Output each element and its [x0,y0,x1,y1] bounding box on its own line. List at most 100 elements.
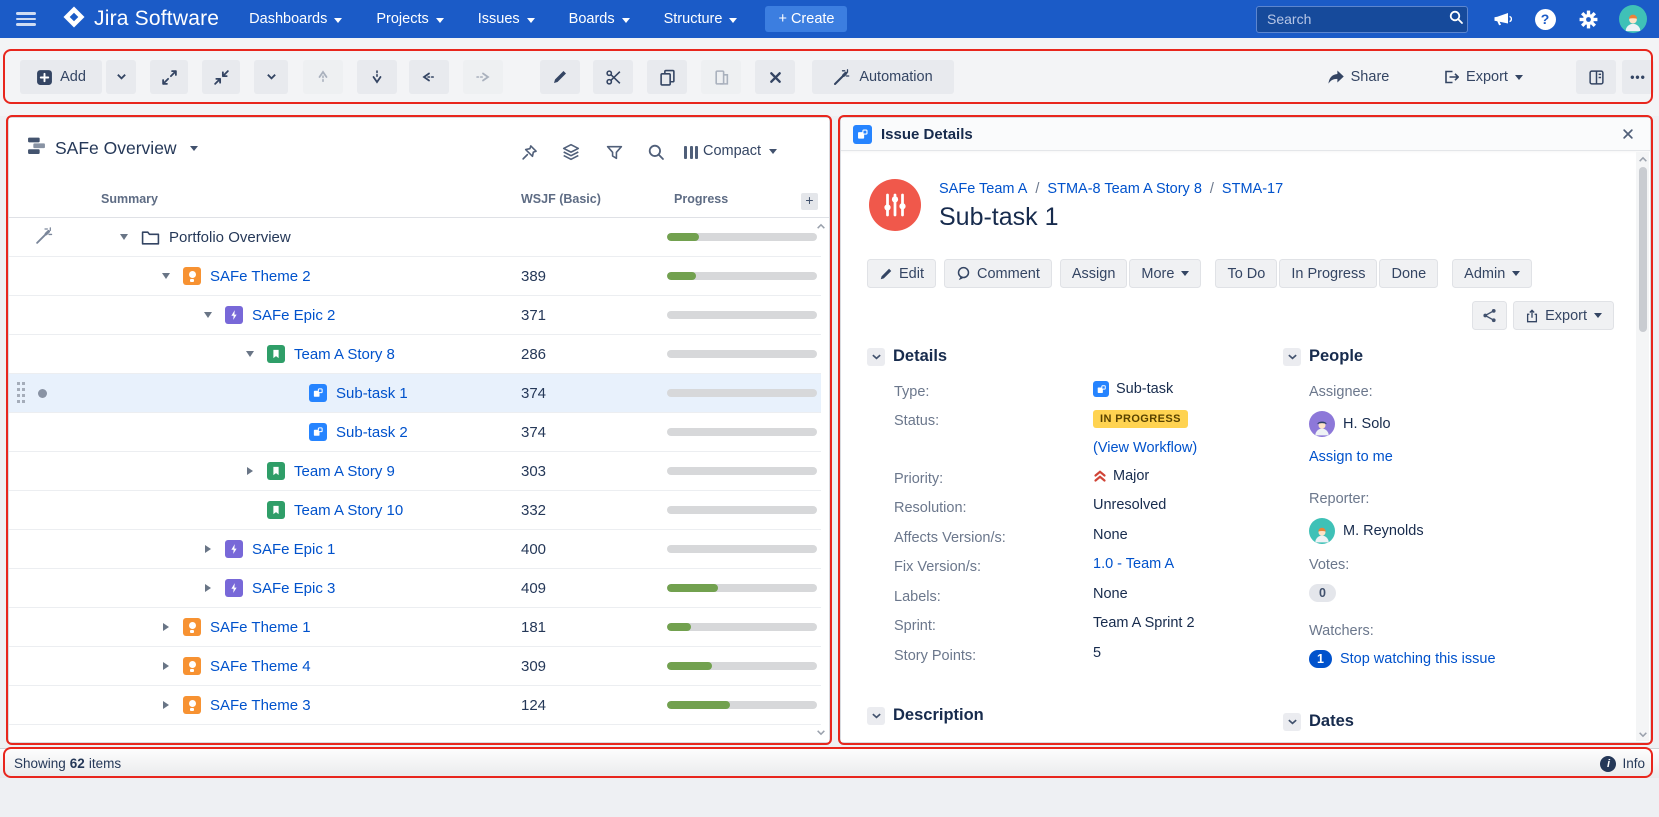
column-summary[interactable]: Summary [9,192,521,217]
votes-value[interactable]: 0 [1309,584,1336,602]
collapse-people-icon[interactable] [1283,348,1301,366]
table-row[interactable]: Sub-task 2 374 [9,413,821,452]
todo-transition-button[interactable]: To Do [1215,259,1277,288]
table-row[interactable]: SAFe Theme 4 309 [9,647,821,686]
settings-gear-icon[interactable] [1576,7,1600,31]
comment-button[interactable]: Comment [944,259,1052,288]
scroll-up-icon[interactable] [815,220,827,232]
paste-icon[interactable] [701,60,741,94]
view-workflow-link[interactable]: (View Workflow) [1093,440,1197,456]
expander-collapse-icon[interactable] [243,351,257,357]
collapse-details-icon[interactable] [867,348,885,366]
structure-selector[interactable]: SAFe Overview [27,136,198,160]
issue-link[interactable]: SAFe Theme 1 [210,619,311,636]
table-row-selected[interactable]: Sub-task 1 374 [9,374,821,413]
collapse-dates-icon[interactable] [1283,713,1301,731]
share-button[interactable]: Share [1318,60,1398,94]
search-input[interactable] [1267,11,1448,27]
table-row[interactable]: SAFe Theme 1 181 [9,608,821,647]
expander-expand-icon[interactable] [201,545,215,553]
table-row[interactable]: Team A Story 9 303 [9,452,821,491]
issue-link[interactable]: Team A Story 9 [294,463,395,480]
columns-icon[interactable] [681,142,701,162]
edit-pencil-icon[interactable] [540,60,580,94]
expander-expand-icon[interactable] [243,467,257,475]
move-down-icon[interactable] [357,60,397,94]
add-button[interactable]: Add [20,60,102,94]
table-row[interactable]: SAFe Epic 3 409 [9,569,821,608]
delete-x-icon[interactable] [755,60,795,94]
issue-link[interactable]: Sub-task 2 [336,424,408,441]
panel-layout-icon[interactable] [1576,60,1616,94]
more-button[interactable]: More [1129,259,1201,288]
create-button[interactable]: + Create [765,6,847,32]
inprogress-transition-button[interactable]: In Progress [1279,259,1377,288]
issue-link[interactable]: SAFe Epic 1 [252,541,335,558]
issue-export-button[interactable]: Export [1513,301,1614,330]
collapse-all-icon[interactable] [202,60,240,94]
search-icon[interactable] [1448,9,1464,30]
breadcrumb-parent-link[interactable]: STMA-8 Team A Story 8 [1027,181,1202,197]
add-dropdown-button[interactable] [106,60,136,94]
nav-issues[interactable]: Issues [478,11,535,27]
issue-link[interactable]: SAFe Theme 3 [210,697,311,714]
assign-button[interactable]: Assign [1060,259,1128,288]
scrollbar-thumb[interactable] [1639,167,1647,332]
table-row[interactable]: SAFe Epic 2 371 [9,296,821,335]
stop-watching-link[interactable]: Stop watching this issue [1340,651,1496,667]
outdent-icon[interactable] [409,60,449,94]
move-up-icon[interactable] [303,60,343,94]
user-avatar[interactable] [1619,5,1647,33]
issue-link[interactable]: SAFe Theme 2 [210,268,311,285]
scroll-down-icon[interactable] [815,726,827,738]
issue-link[interactable]: SAFe Epic 2 [252,307,335,324]
table-row[interactable]: SAFe Theme 3 124 [9,686,821,725]
add-column-button[interactable]: + [801,193,818,210]
column-wsjf[interactable]: WSJF (Basic) [521,192,667,217]
pin-icon[interactable] [519,142,539,162]
layers-icon[interactable] [561,142,581,162]
expander-expand-icon[interactable] [201,584,215,592]
expander-expand-icon[interactable] [159,623,173,631]
table-row[interactable]: Team A Story 10 332 [9,491,821,530]
issue-panel-scrollbar[interactable] [1636,152,1649,741]
issue-link[interactable]: Sub-task 1 [336,385,408,402]
more-options-button[interactable]: ••• [1622,60,1654,94]
search-icon[interactable] [646,142,666,162]
info-button[interactable]: i Info [1600,756,1645,772]
automation-button[interactable]: Automation [812,60,954,94]
share-nodes-button[interactable] [1472,301,1507,330]
collapse-description-icon[interactable] [867,707,885,725]
automation-wand-icon[interactable] [35,226,54,249]
nav-structure[interactable]: Structure [664,11,738,27]
jira-logo[interactable]: Jira Software [62,5,219,34]
copy-icon[interactable] [647,60,687,94]
scroll-down-icon[interactable] [1637,728,1649,740]
table-row[interactable]: SAFe Theme 2 389 [9,257,821,296]
view-selector[interactable]: Compact [703,143,777,159]
expander-collapse-icon[interactable] [159,273,173,279]
assign-to-me-link[interactable]: Assign to me [1309,449,1393,465]
issue-link[interactable]: SAFe Theme 4 [210,658,311,675]
issue-link[interactable]: Team A Story 10 [294,502,403,519]
nav-dashboards[interactable]: Dashboards [249,11,342,27]
expand-level-dropdown-button[interactable] [254,60,288,94]
indent-icon[interactable] [463,60,503,94]
breadcrumb-project-link[interactable]: SAFe Team A [939,181,1027,197]
expander-collapse-icon[interactable] [117,234,131,240]
announcements-megaphone-icon[interactable] [1490,7,1514,31]
scroll-up-icon[interactable] [1637,153,1649,165]
fix-version-link[interactable]: 1.0 - Team A [1093,556,1174,572]
done-transition-button[interactable]: Done [1379,259,1438,288]
watchers-count-badge[interactable]: 1 [1309,650,1332,668]
table-row[interactable]: SAFe Epic 1 400 [9,530,821,569]
expander-expand-icon[interactable] [159,662,173,670]
filter-funnel-icon[interactable] [604,142,624,162]
issue-link[interactable]: SAFe Epic 3 [252,580,335,597]
table-row[interactable]: Portfolio Overview [9,218,821,257]
table-row[interactable]: Team A Story 8 286 [9,335,821,374]
expander-expand-icon[interactable] [159,701,173,709]
help-icon[interactable]: ? [1533,7,1557,31]
issue-link[interactable]: Team A Story 8 [294,346,395,363]
breadcrumb-issue-key-link[interactable]: STMA-17 [1202,181,1283,197]
